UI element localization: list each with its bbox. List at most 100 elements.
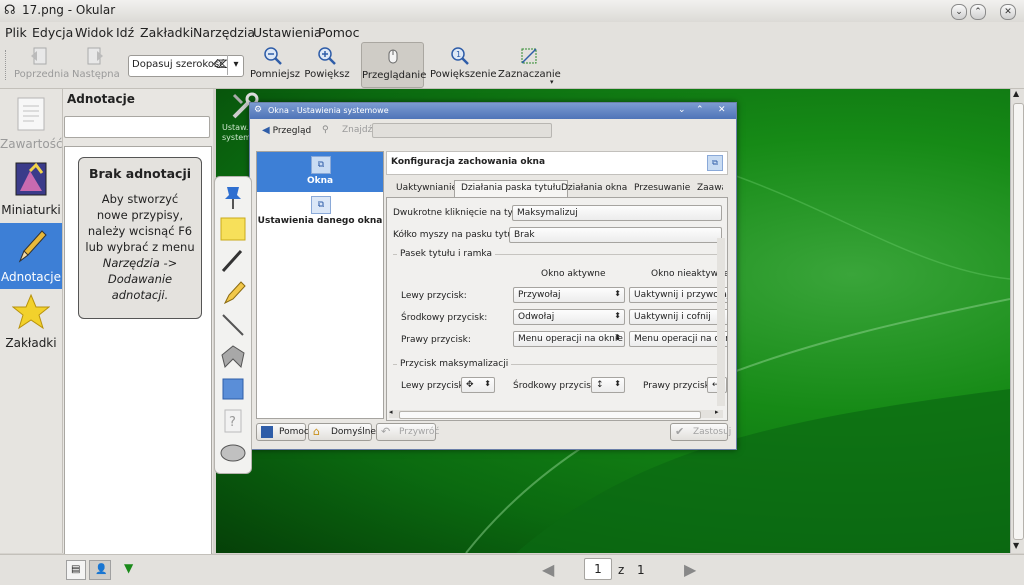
- minimize-icon[interactable]: ⌄: [951, 4, 967, 20]
- zoom-select-value: Dopasuj szerokość: [132, 59, 225, 70]
- stamp-icon[interactable]: [219, 375, 247, 403]
- maximize-icon[interactable]: ⌃: [970, 4, 986, 20]
- zoom-in-icon: [318, 47, 336, 65]
- back-overview-label: Przegląd: [272, 126, 312, 136]
- polygon-icon[interactable]: [219, 343, 247, 371]
- menu-zakladki[interactable]: Zakładki: [140, 25, 193, 40]
- page-number-input[interactable]: 1: [584, 558, 612, 580]
- star-icon: [12, 293, 50, 330]
- left-inactive-select[interactable]: Uaktywnij i przywołaj: [629, 287, 727, 303]
- scroll-up-icon[interactable]: ▲: [1013, 89, 1019, 98]
- dropdown-arrow-icon[interactable]: ▾: [550, 78, 554, 86]
- document-icon: [17, 97, 45, 131]
- dialog-close-icon[interactable]: ✕: [718, 105, 726, 115]
- no-annotations-title: Brak adnotacji: [88, 166, 192, 181]
- middle-active-select[interactable]: Odwołaj ⬍: [513, 309, 625, 325]
- page-number-value: 1: [594, 562, 602, 576]
- magnify-tool-button[interactable]: 1 Powiększenie: [430, 42, 497, 88]
- question-icon[interactable]: ?: [219, 407, 247, 435]
- scroll-right-icon[interactable]: ▸: [715, 408, 719, 416]
- tab-vertical-scrollbar[interactable]: [717, 238, 725, 406]
- sidebar-item-thumbnails[interactable]: Miniaturki: [0, 157, 62, 221]
- zoom-in-button[interactable]: Powiększ: [304, 42, 350, 88]
- no-annotations-message: Brak adnotacji Aby stworzyć nowe przypis…: [78, 157, 202, 319]
- scroll-left-icon[interactable]: ◂: [389, 408, 393, 416]
- nav-item-windows[interactable]: ⧉ Okna: [257, 152, 383, 192]
- vertical-scrollbar[interactable]: ▲ ▼: [1010, 89, 1024, 553]
- sticky-note-icon[interactable]: [219, 215, 247, 243]
- tab-titlebar-actions[interactable]: Działania paska tytułu: [454, 180, 569, 198]
- line-icon[interactable]: [219, 311, 247, 339]
- wheel-select[interactable]: Brak: [509, 227, 722, 243]
- undo-icon: ↶: [381, 425, 391, 438]
- menu-narzedzia[interactable]: Narzędzia: [193, 25, 255, 40]
- middle-inactive-select[interactable]: Uaktywnij i cofnij: [629, 309, 727, 325]
- horizontal-scroll-thumb[interactable]: [399, 411, 701, 419]
- scroll-down-icon[interactable]: ▼: [1013, 541, 1019, 550]
- show-sidebar-button[interactable]: ▤: [66, 560, 86, 580]
- ellipse-icon[interactable]: [219, 439, 247, 467]
- tab-window-actions[interactable]: Działania okna: [555, 181, 633, 197]
- help-book-icon: [261, 426, 273, 438]
- sidebar-item-bookmarks[interactable]: Zakładki: [0, 291, 62, 355]
- dialog-minimize-icon[interactable]: ⌄: [678, 105, 686, 115]
- tab-advanced[interactable]: Zaawa: [693, 181, 723, 197]
- sidebar-item-contents[interactable]: Zawartość: [0, 91, 63, 155]
- menu-idz[interactable]: Idź: [116, 25, 134, 40]
- magnifier-icon: 1: [451, 47, 469, 65]
- chevron-down-icon[interactable]: ▾: [227, 55, 244, 75]
- reset-button[interactable]: ↶ Przywróć: [376, 423, 439, 441]
- nav-item-window-specific[interactable]: ⧉ Ustawienia danego okna: [257, 194, 383, 230]
- maximize-button-group: Przycisk maksymalizacji Lewy przycisk: ✥…: [393, 359, 727, 405]
- dialog-maximize-icon[interactable]: ⌃: [696, 105, 704, 115]
- sidebar-toggle-icon: ▤: [71, 564, 81, 575]
- back-overview-button[interactable]: ◀ Przegląd: [262, 125, 311, 139]
- next-page-button[interactable]: Następna: [72, 42, 120, 88]
- max-middle-select[interactable]: ↕ ⬍: [591, 377, 625, 393]
- menu-edycja[interactable]: Edycja: [32, 25, 73, 40]
- nav-item-label: Okna: [306, 176, 334, 186]
- pin-note-icon[interactable]: [219, 183, 247, 211]
- next-page-arrow-icon[interactable]: ▶: [684, 560, 696, 579]
- annotations-search-input[interactable]: [64, 116, 210, 138]
- tab-horizontal-scrollbar[interactable]: ◂ ▸: [389, 408, 723, 419]
- close-icon[interactable]: ✕: [1000, 4, 1016, 20]
- tab-activation[interactable]: Uaktywnianie: [390, 181, 463, 197]
- right-inactive-select[interactable]: Menu operacji na oknie: [629, 331, 727, 347]
- apply-button[interactable]: ✔ Zastosuj: [670, 423, 731, 441]
- middle-button-label: Środkowy przycisk:: [401, 313, 488, 323]
- highlighter-icon[interactable]: [219, 279, 247, 307]
- dialog-app-icon[interactable]: ⚙: [254, 105, 262, 115]
- select-tool-button[interactable]: Zaznaczanie ▾: [498, 42, 561, 88]
- toolbar-handle[interactable]: [5, 50, 9, 80]
- settings-search-input[interactable]: [372, 123, 552, 138]
- back-arrow-icon: ◀: [262, 125, 270, 136]
- zoom-out-button[interactable]: Pomniejsz: [250, 42, 300, 88]
- menu-widok[interactable]: Widok: [75, 25, 113, 40]
- okular-app-icon[interactable]: ☊: [4, 3, 16, 18]
- help-button[interactable]: Pomoc: [256, 423, 309, 441]
- tab-moving[interactable]: Przesuwanie: [628, 181, 696, 197]
- browse-tool-button[interactable]: Przeglądanie: [361, 42, 426, 88]
- svg-text:1: 1: [456, 50, 461, 59]
- menu-plik[interactable]: Plik: [5, 25, 27, 40]
- zoom-select[interactable]: Dopasuj szerokość ⌫ ▾: [128, 55, 244, 77]
- previous-page-arrow-icon[interactable]: ◀: [542, 560, 554, 579]
- scrollbar-thumb[interactable]: [1013, 103, 1024, 540]
- sidebar-item-annotations[interactable]: Adnotacje: [0, 223, 62, 289]
- title-bar: ☊ 17.png - Okular ⌄ ⌃ ✕: [0, 0, 1024, 23]
- menu-pomoc[interactable]: Pomoc: [318, 25, 359, 40]
- annotations-view-button[interactable]: 👤: [89, 560, 111, 580]
- binoculars-icon: ⚲: [322, 125, 329, 135]
- left-active-select[interactable]: Przywołaj ⬍: [513, 287, 625, 303]
- menu-ustawienia[interactable]: Ustawienia: [253, 25, 322, 40]
- right-active-select[interactable]: Menu operacji na oknie ⬍: [513, 331, 625, 347]
- max-left-select[interactable]: ✥ ⬍: [461, 377, 495, 393]
- defaults-button[interactable]: ⌂ Domyślne: [308, 423, 376, 441]
- user-icon: 👤: [95, 564, 108, 575]
- dblclick-select[interactable]: Maksymalizuj: [512, 205, 722, 221]
- previous-page-button[interactable]: Poprzednia: [14, 42, 69, 88]
- pen-icon[interactable]: [219, 247, 247, 275]
- filter-down-icon[interactable]: ▼: [124, 561, 133, 575]
- check-icon: ✔: [675, 425, 685, 438]
